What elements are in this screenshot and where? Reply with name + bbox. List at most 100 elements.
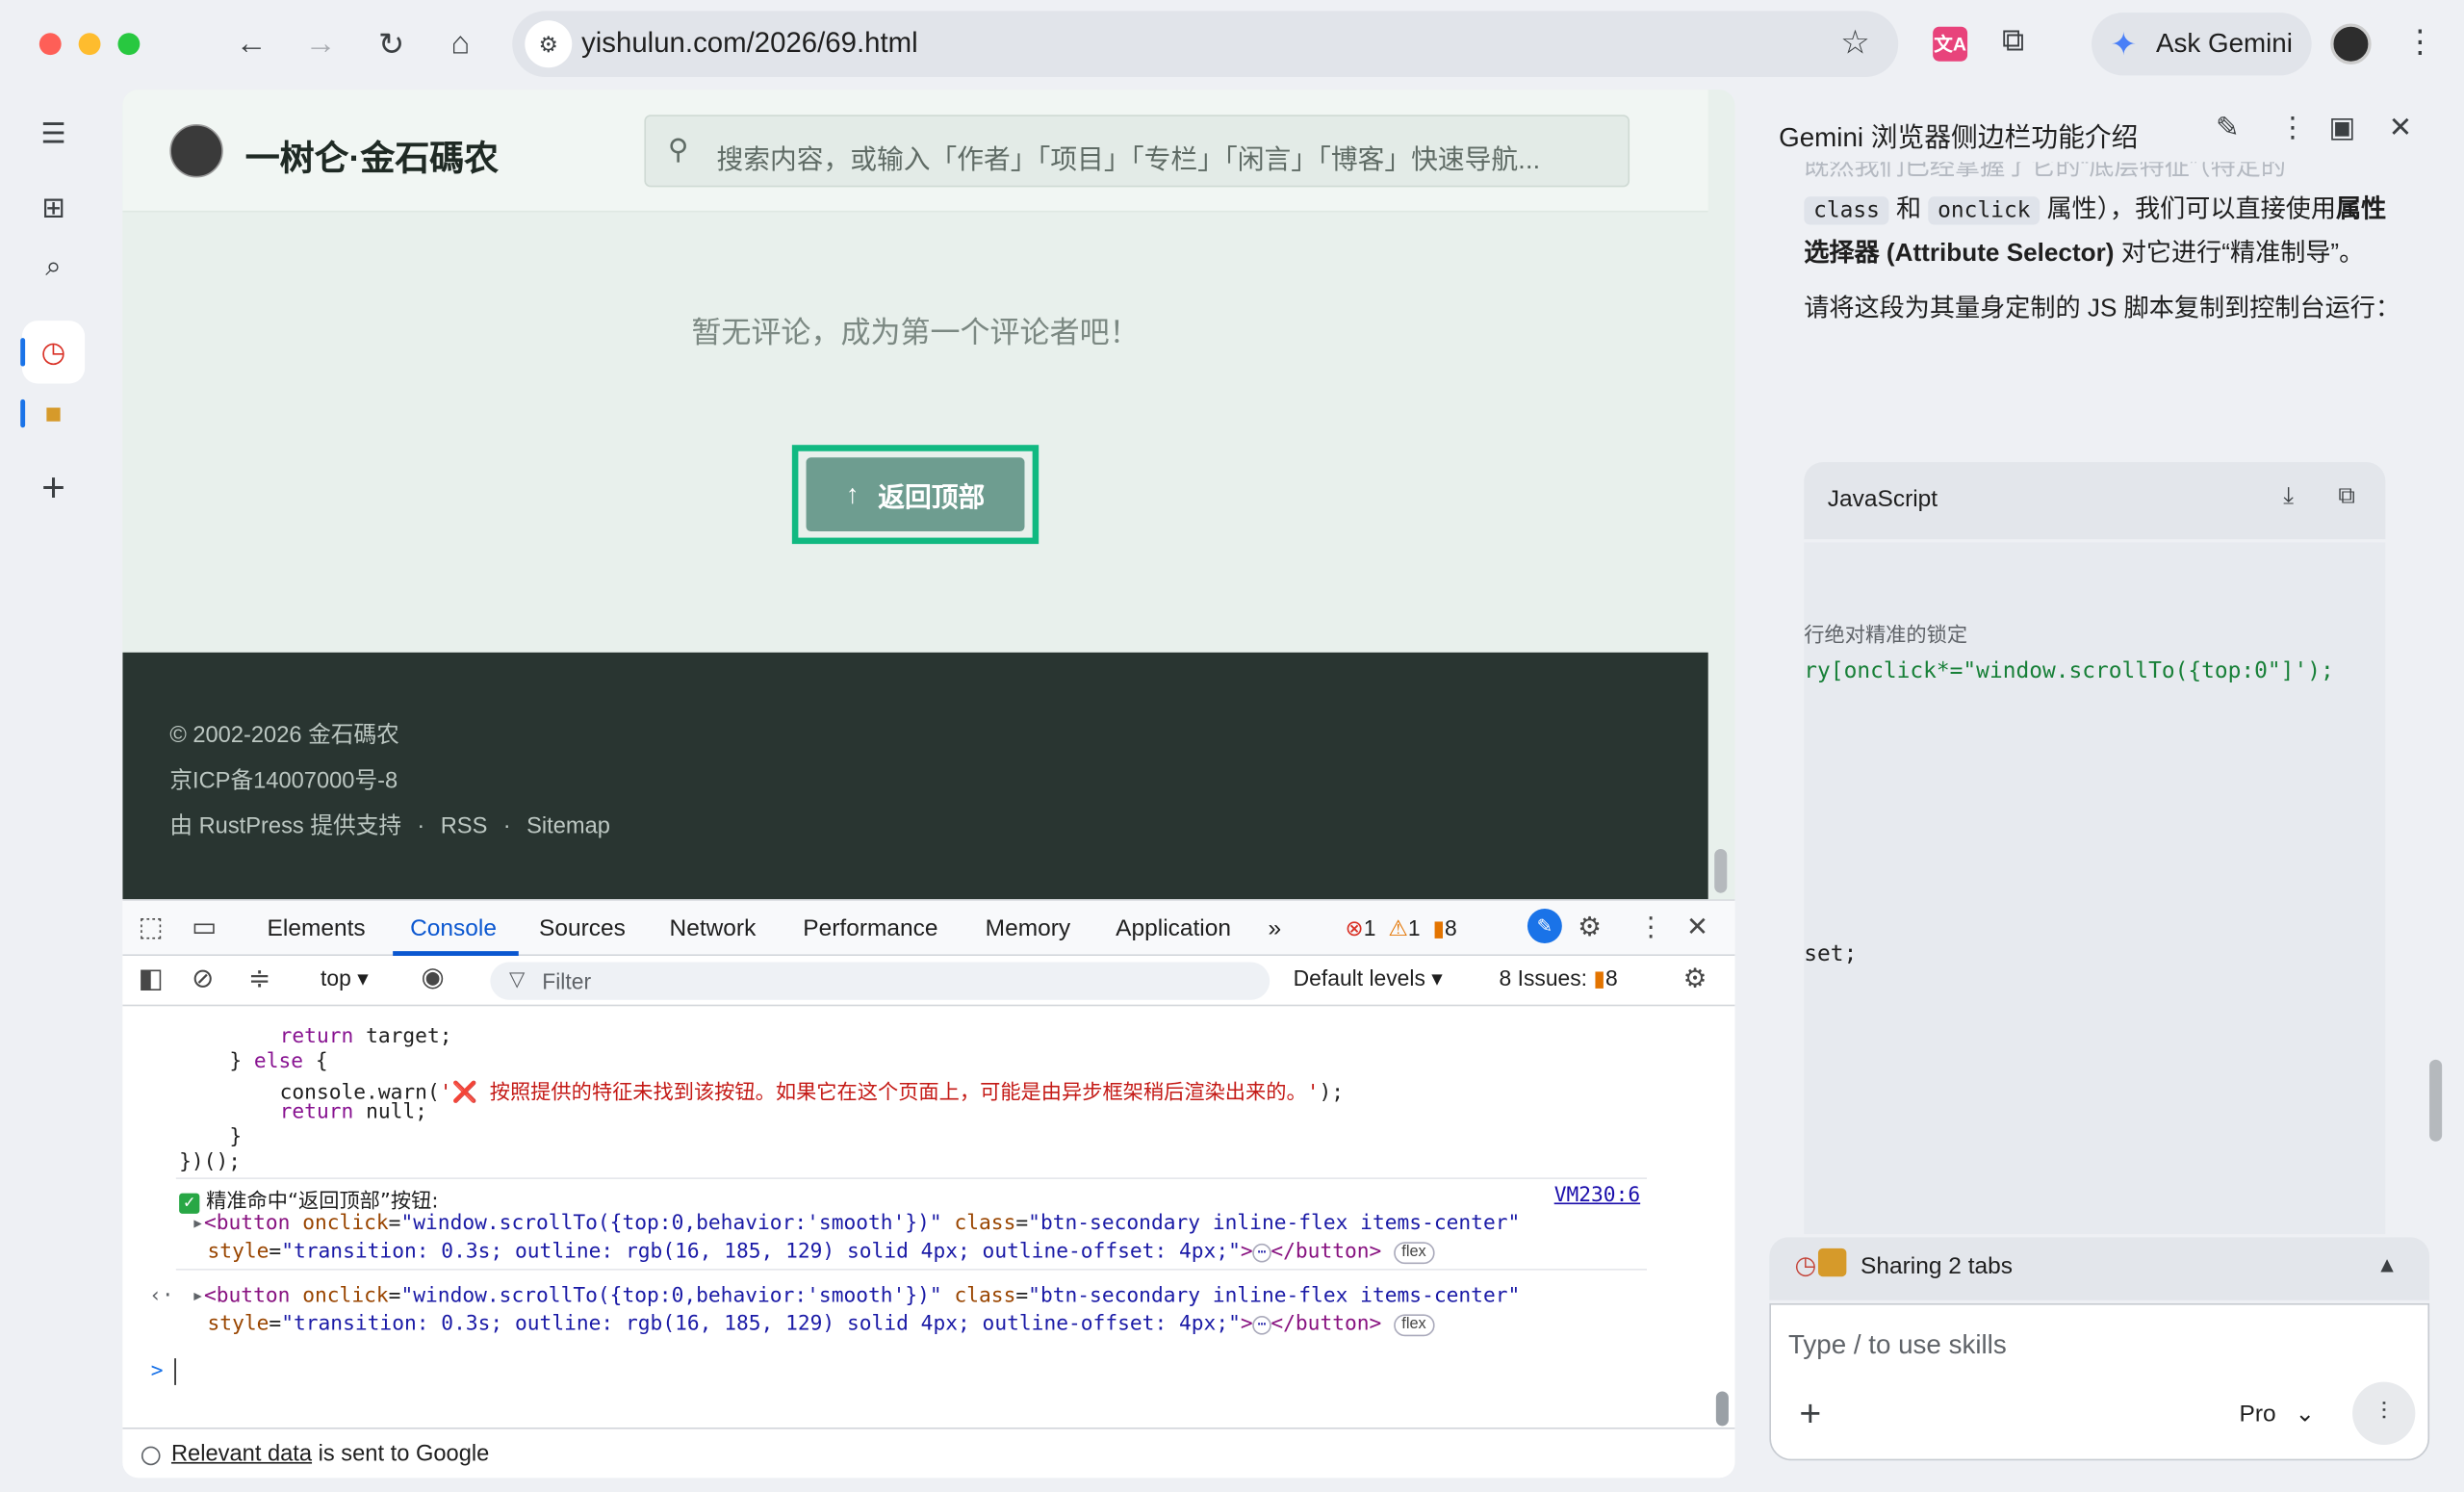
- home-icon[interactable]: ⌂: [439, 22, 483, 66]
- warning-icon: ⚠: [1388, 914, 1408, 940]
- url-text[interactable]: yishulun.com/2026/69.html: [581, 27, 918, 60]
- context-selector[interactable]: top ▾: [321, 965, 369, 992]
- close-window-button[interactable]: [38, 33, 62, 56]
- site-search-input[interactable]: ⚲ 搜索内容，或输入「作者」「项目」「专栏」「闲言」「博客」快速导航...: [644, 115, 1630, 188]
- address-bar[interactable]: ⚙ yishulun.com/2026/69.html ☆: [512, 11, 1899, 78]
- log-levels-dropdown[interactable]: Default levels ▾: [1294, 965, 1443, 992]
- tab-package-icon[interactable]: ■: [30, 390, 77, 437]
- site-logo-avatar[interactable]: [169, 124, 223, 178]
- inline-code-onclick: onclick: [1928, 196, 2040, 225]
- search-icon: ⚲: [667, 133, 689, 166]
- close-devtools-icon[interactable]: ✕: [1686, 912, 1708, 943]
- info-circle-icon: [141, 1446, 161, 1466]
- voice-input-icon[interactable]: ⫶: [2352, 1381, 2416, 1445]
- tab-memory[interactable]: Memory: [986, 915, 1070, 942]
- no-comment-text: 暂无评论，成为第一个评论者吧！: [691, 317, 1140, 351]
- relevant-data-link[interactable]: Relevant data: [171, 1442, 312, 1467]
- settings-gear-icon[interactable]: ⚙: [1578, 912, 1602, 943]
- gemini-sparkle-icon: ✦: [2110, 28, 2138, 64]
- site-name[interactable]: 一树仑·金石碼农: [245, 131, 499, 181]
- collapse-sidebar-icon[interactable]: ☰: [30, 110, 77, 157]
- console-scrollbar[interactable]: [1715, 1391, 1729, 1427]
- side-scrollbar[interactable]: [2429, 1059, 2443, 1142]
- detach-panel-icon[interactable]: ▣: [2329, 112, 2356, 144]
- browser-menu-icon[interactable]: ⋮: [2404, 22, 2436, 62]
- console-code-line: console.warn('❌ 按照提供的特征未找到该按钮。如果它在这个页面上，…: [279, 1081, 1345, 1106]
- console-log-message: ✓ 精准命中“返回顶部”按钮:: [179, 1184, 439, 1214]
- ellipsis-icon: ⋯: [1252, 1243, 1271, 1263]
- console-separator: [175, 1269, 1648, 1271]
- warning-count: 1: [1407, 914, 1421, 940]
- tab-groups-icon[interactable]: ⊞: [30, 184, 77, 231]
- clear-console-icon[interactable]: ⊘: [192, 964, 214, 995]
- filter-placeholder: Filter: [542, 968, 592, 994]
- chevron-up-icon[interactable]: ▲: [2376, 1251, 2399, 1276]
- tab-performance[interactable]: Performance: [803, 915, 937, 942]
- sharing-tabs-bar[interactable]: ◷ Sharing 2 tabs ▲: [1769, 1237, 2430, 1300]
- devtools-menu-icon[interactable]: ⋮: [1637, 912, 1664, 943]
- page-scrollbar[interactable]: [1714, 848, 1728, 893]
- console-settings-icon[interactable]: ⚙: [1683, 964, 1707, 995]
- issues-button[interactable]: 8 Issues: ▮8: [1500, 965, 1618, 992]
- forward-arrow-icon[interactable]: →: [298, 22, 343, 66]
- context-label: top: [321, 965, 351, 990]
- model-selector[interactable]: Pro ⌄: [2240, 1400, 2316, 1428]
- tab-console[interactable]: Console: [410, 915, 497, 942]
- tab-sources[interactable]: Sources: [539, 915, 626, 942]
- inspect-element-icon[interactable]: ⬚: [139, 912, 164, 943]
- tab-network[interactable]: Network: [670, 915, 757, 942]
- footer-separator: ·: [502, 814, 511, 840]
- console-code-line: } else {: [229, 1050, 328, 1074]
- footer-copyright: © 2002-2026 金石碼农: [169, 723, 399, 749]
- tab-clock-icon[interactable]: ◷: [30, 328, 77, 375]
- console-input-caret[interactable]: [174, 1358, 176, 1385]
- download-icon[interactable]: ⤓: [2283, 482, 2294, 509]
- sidebar-toggle-icon[interactable]: ◧: [139, 964, 164, 995]
- footer-links: 由 RustPress 提供支持 · RSS · Sitemap: [169, 809, 610, 841]
- gemini-prompt-input[interactable]: Type / to use skills + Pro ⌄ ⫶: [1769, 1302, 2430, 1461]
- group-similar-icon[interactable]: ≑: [248, 964, 270, 995]
- ask-gemini-button[interactable]: ✦ Ask Gemini: [2092, 13, 2312, 76]
- profile-avatar[interactable]: [2330, 23, 2372, 64]
- tab-application[interactable]: Application: [1116, 915, 1231, 942]
- live-expression-eye-icon[interactable]: ◉: [422, 963, 445, 994]
- console-filter-input[interactable]: ▽ Filter: [490, 962, 1270, 1000]
- maximize-window-button[interactable]: [117, 33, 141, 56]
- bookmark-star-icon[interactable]: ☆: [1840, 23, 1870, 63]
- footer-powered[interactable]: 由 RustPress 提供支持: [169, 814, 401, 839]
- new-chat-edit-icon[interactable]: ✎: [2216, 112, 2240, 144]
- error-count-badge[interactable]: ⊗1 ⚠1 ▮8: [1346, 915, 1457, 942]
- back-arrow-icon[interactable]: ←: [229, 22, 273, 66]
- extensions-puzzle-icon[interactable]: ⧉: [2002, 23, 2024, 60]
- console-code-line: }: [229, 1125, 243, 1149]
- tab-elements[interactable]: Elements: [268, 915, 366, 942]
- issue-count: 8: [1445, 914, 1457, 940]
- tab-package-icon: [1817, 1248, 1847, 1277]
- console-return-entry[interactable]: ▸<button onclick="window.scrollTo({top:0…: [192, 1284, 1520, 1307]
- console-element-entry[interactable]: ▸<button onclick="window.scrollTo({top:0…: [192, 1212, 1520, 1235]
- source-link[interactable]: VM230:6: [1554, 1184, 1640, 1207]
- devtools-panel: ⬚ ▭ Elements Console Sources Network Per…: [122, 899, 1735, 1479]
- site-info-icon[interactable]: ⚙: [525, 20, 573, 68]
- gemini-side-panel: Gemini 浏览器侧边栏功能介绍 ✎ ⋮ ▣ ✕ 既然我们已经掌握了它的“底层…: [1750, 90, 2464, 1492]
- side-menu-icon[interactable]: ⋮: [2278, 112, 2306, 144]
- ai-assistance-icon[interactable]: ✎: [1527, 909, 1562, 943]
- ellipsis-icon: ⋯: [1252, 1316, 1271, 1335]
- devtools-footer: Relevant data is sent to Google: [122, 1428, 1735, 1479]
- translate-extension-icon[interactable]: 文A: [1933, 26, 1968, 62]
- back-to-top-button[interactable]: ↑ 返回顶部: [806, 457, 1025, 532]
- reload-icon[interactable]: ↻: [370, 22, 414, 66]
- footer-icp[interactable]: 京ICP备14007000号-8: [169, 762, 398, 795]
- vertical-tab-rail: ☰ ⊞ ⌕ ◷ ■ +: [0, 90, 108, 1492]
- copy-icon[interactable]: ⧉: [2338, 482, 2355, 509]
- footer-sitemap-link[interactable]: Sitemap: [526, 814, 610, 839]
- issues-label: 8 Issues:: [1499, 965, 1588, 990]
- new-tab-plus-icon[interactable]: +: [30, 463, 77, 511]
- close-panel-icon[interactable]: ✕: [2389, 112, 2413, 144]
- minimize-window-button[interactable]: [78, 33, 101, 56]
- more-tabs-icon[interactable]: »: [1269, 915, 1282, 942]
- device-toolbar-icon[interactable]: ▭: [192, 912, 217, 943]
- footer-rss-link[interactable]: RSS: [441, 814, 488, 839]
- add-attachment-plus-icon[interactable]: +: [1799, 1393, 1821, 1437]
- search-tabs-icon[interactable]: ⌕: [30, 243, 77, 290]
